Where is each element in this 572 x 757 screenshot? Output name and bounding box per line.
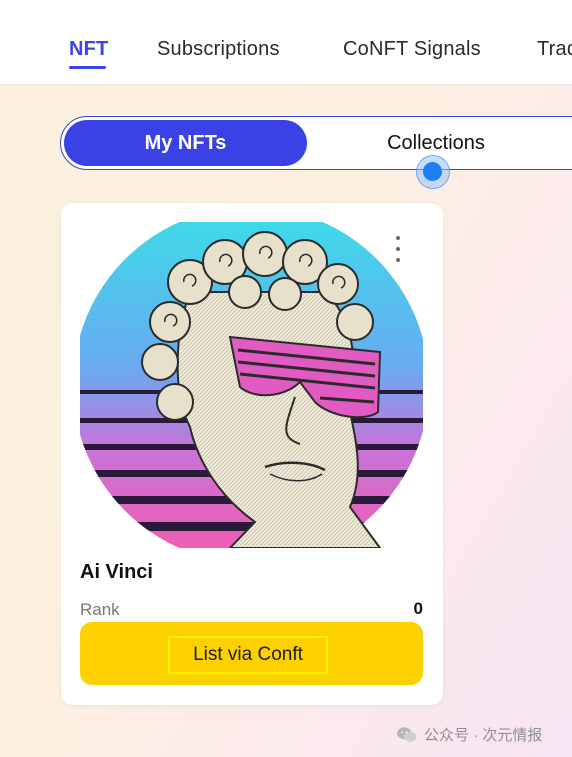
touch-pointer-indicator [416, 155, 450, 189]
nft-artwork-svg [80, 222, 423, 548]
tab-nft[interactable]: NFT [69, 38, 108, 61]
wechat-icon [397, 726, 417, 742]
tab-subscriptions[interactable]: Subscriptions [157, 38, 280, 61]
tab-conft-signals[interactable]: CoNFT Signals [343, 38, 481, 61]
view-toggle: My NFTs Collections [60, 116, 572, 170]
top-nav: NFT Subscriptions CoNFT Signals Trad [0, 0, 572, 85]
list-via-conft-button[interactable]: List via Conft [80, 622, 423, 685]
rank-value: 0 [413, 599, 423, 618]
my-nfts-toggle-button[interactable]: My NFTs [64, 120, 307, 166]
rank-label: Rank [80, 600, 120, 619]
active-tab-underline [69, 66, 106, 69]
nft-name: Ai Vinci [80, 561, 153, 583]
nft-card[interactable]: Ai Vinci Rank 0 List via Conft [61, 203, 443, 705]
nft-artwork-icon[interactable] [80, 222, 423, 548]
list-button-label: List via Conft [168, 636, 328, 674]
tab-trade[interactable]: Trad [537, 38, 572, 61]
wechat-watermark: 公众号 · 次元情报 [396, 724, 542, 745]
more-vertical-icon[interactable] [391, 236, 405, 262]
watermark-text: 公众号 · 次元情报 [424, 727, 543, 744]
